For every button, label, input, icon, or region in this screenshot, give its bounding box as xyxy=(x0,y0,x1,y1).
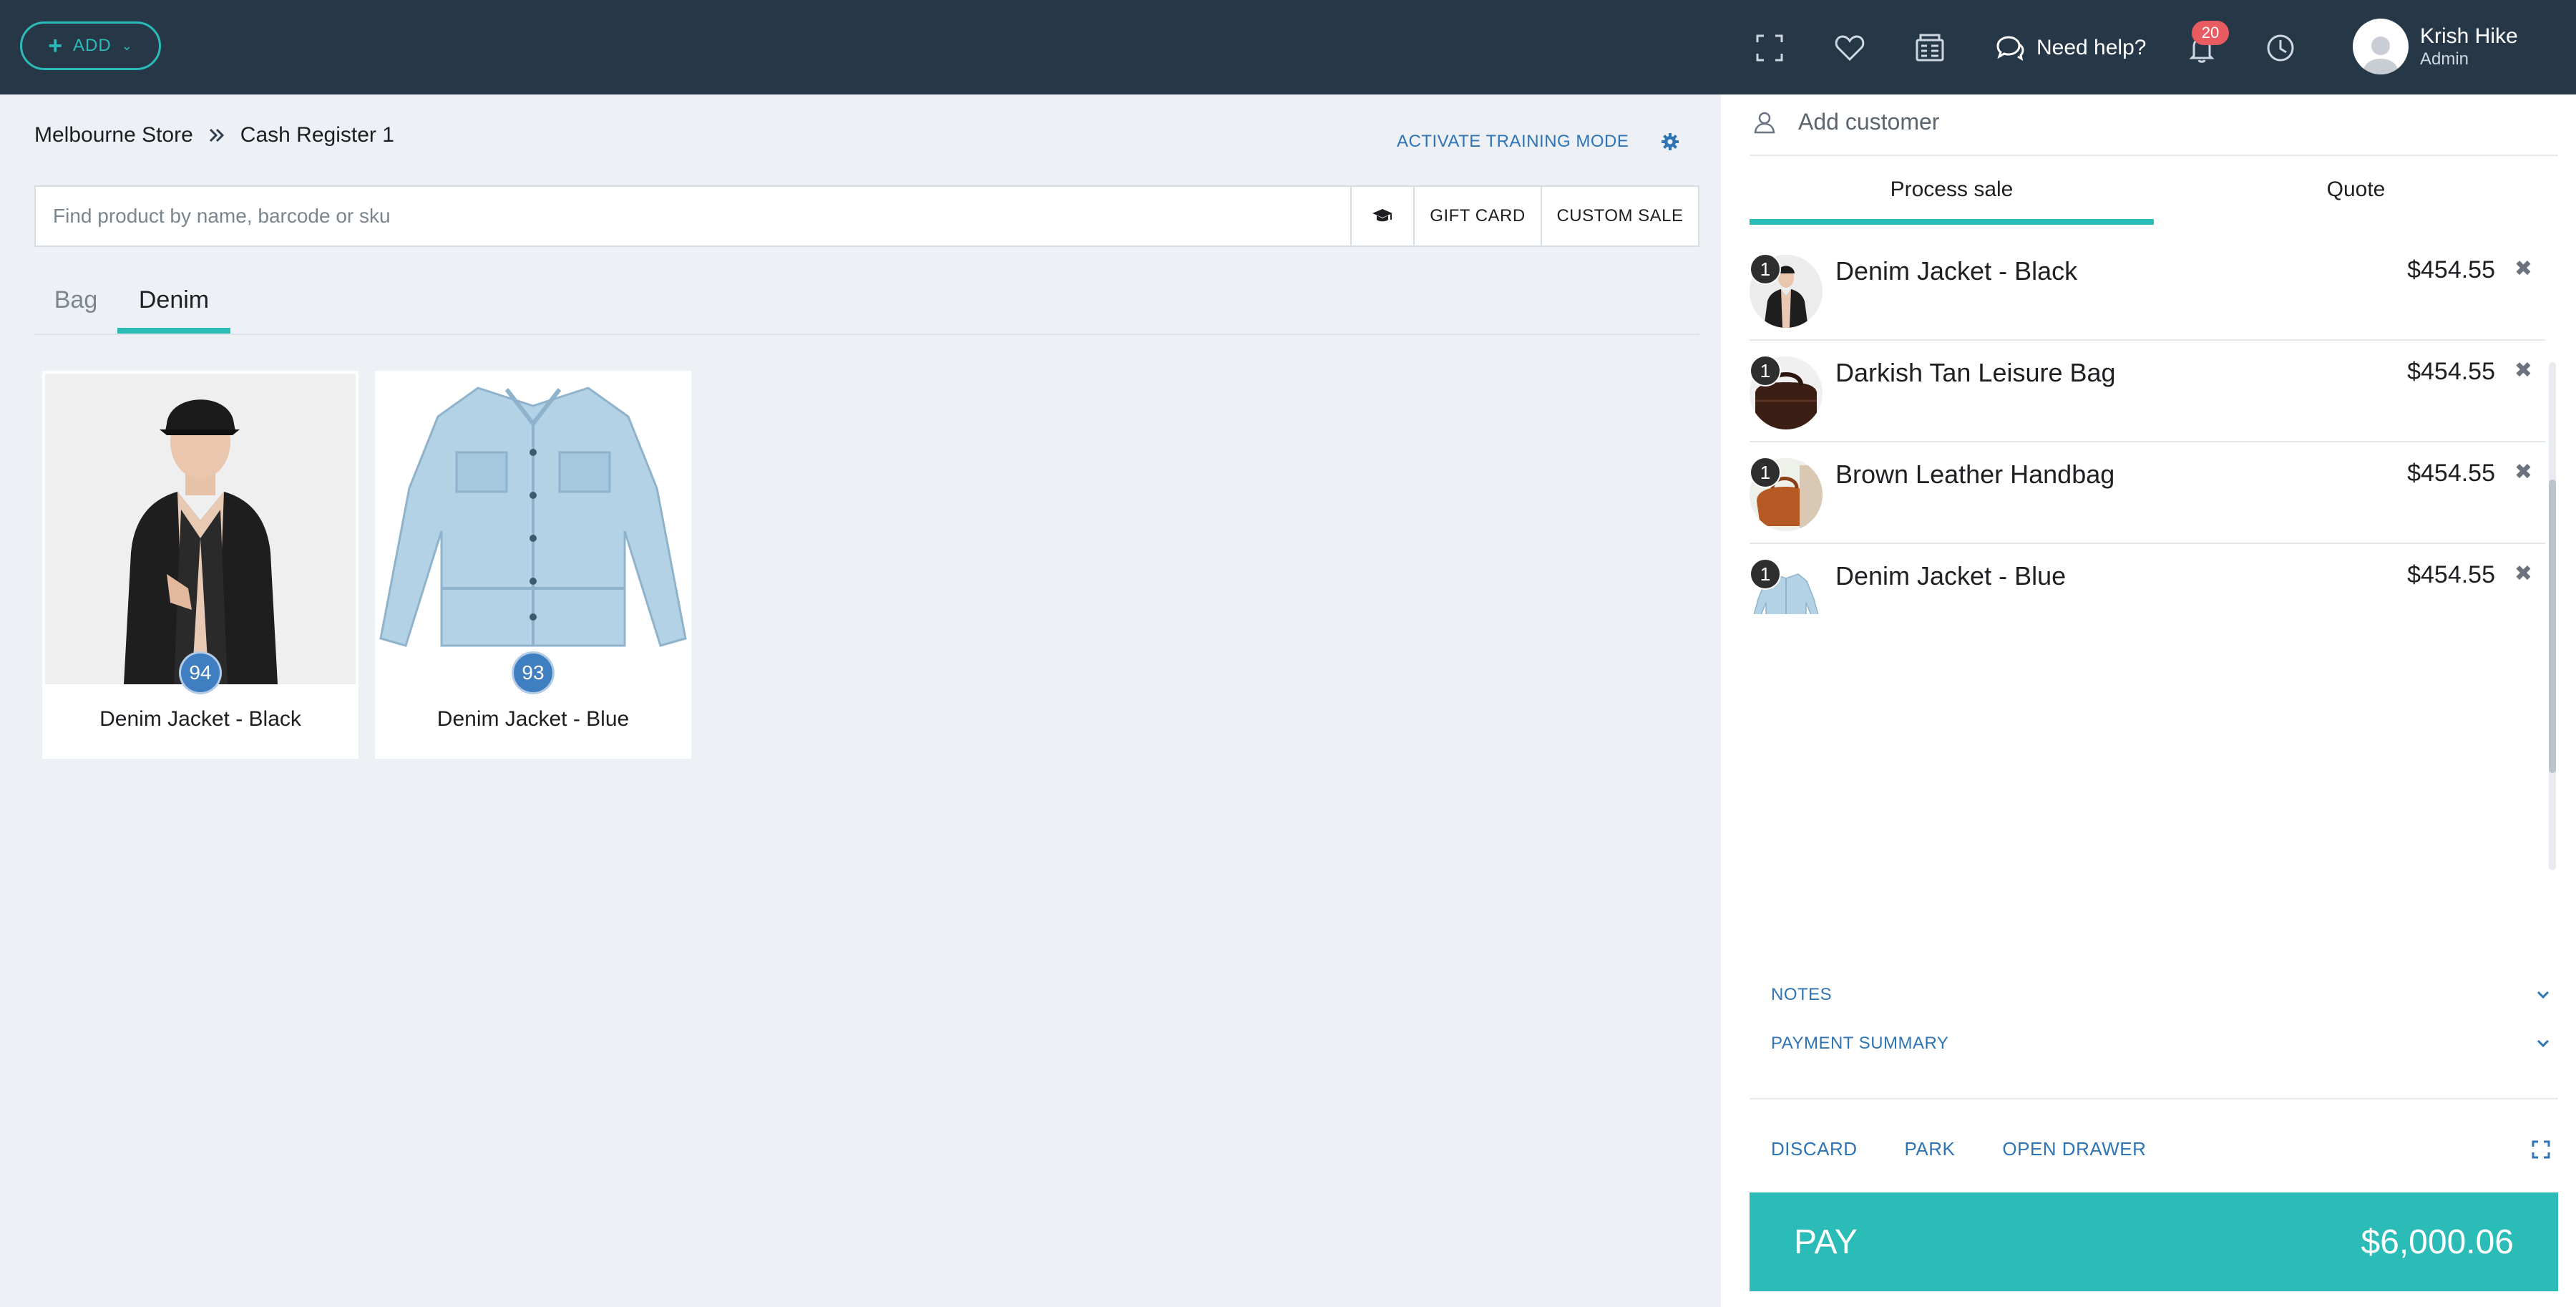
item-name[interactable]: Brown Leather Handbag xyxy=(1835,460,2114,490)
sale-items-list: 1 Denim Jacket - Black $454.55 ✖ 1 Darkish Ta… xyxy=(1750,228,2558,614)
graduation-cap-icon xyxy=(1372,209,1392,222)
payment-summary-section[interactable]: PAYMENT SUMMARY xyxy=(1771,1034,2551,1054)
item-name[interactable]: Denim Jacket - Black xyxy=(1835,256,2077,286)
sale-line-item[interactable]: 1 Denim Jacket - Blue $454.55 ✖ xyxy=(1750,544,2545,614)
product-name: Denim Jacket - Black xyxy=(99,707,301,731)
add-button-label: ADD xyxy=(73,36,112,55)
pay-total: $6,000.06 xyxy=(2361,1223,2514,1261)
product-search-bar: GIFT CARD CUSTOM SALE xyxy=(34,185,1699,247)
settings-gear-icon[interactable] xyxy=(1660,132,1680,152)
payment-summary-label: PAYMENT SUMMARY xyxy=(1771,1034,1949,1053)
notification-count-badge: 20 xyxy=(2192,21,2229,45)
user-icon xyxy=(1754,112,1775,134)
sale-line-item[interactable]: 1 Brown Leather Handbag $454.55 ✖ xyxy=(1750,442,2545,544)
double-chevron-right-icon xyxy=(209,128,224,142)
item-price: $454.55 xyxy=(2407,460,2495,487)
item-price: $454.55 xyxy=(2407,358,2495,385)
tab-bag[interactable]: Bag xyxy=(34,281,117,334)
avatar xyxy=(2353,19,2409,74)
sale-panel: Add customer Process sale Quote 1 Denim J… xyxy=(1721,94,2576,1307)
remove-item-icon[interactable]: ✖ xyxy=(2514,358,2532,383)
product-image-black-jacket xyxy=(45,374,356,684)
register-icon[interactable] xyxy=(1912,30,1948,66)
sale-actions: DISCARD PARK OPEN DRAWER xyxy=(1771,1138,2551,1160)
item-quantity-badge: 1 xyxy=(1750,457,1781,488)
product-search-input[interactable] xyxy=(36,187,1350,246)
add-customer-field[interactable]: Add customer xyxy=(1750,109,2558,156)
divider xyxy=(1750,1098,2558,1099)
tab-quote[interactable]: Quote xyxy=(2154,156,2558,225)
item-price: $454.55 xyxy=(2407,561,2495,588)
item-name[interactable]: Denim Jacket - Blue xyxy=(1835,561,2066,591)
user-name: Krish Hike xyxy=(2420,24,2518,48)
notes-label: NOTES xyxy=(1771,985,1833,1004)
chat-icon xyxy=(1996,36,2024,62)
pay-button[interactable]: PAY $6,000.06 xyxy=(1750,1192,2558,1291)
sale-line-item[interactable]: 1 Darkish Tan Leisure Bag $454.55 ✖ xyxy=(1750,341,2545,442)
stock-count-badge: 93 xyxy=(512,651,555,694)
notes-section[interactable]: NOTES xyxy=(1771,985,2551,1005)
top-bar: + ADD ⌄ Need help? 20 Krish Hike Admin xyxy=(0,0,2576,94)
product-card[interactable]: 94 Denim Jacket - Black xyxy=(42,371,358,759)
gift-card-button[interactable]: GIFT CARD xyxy=(1413,187,1541,246)
item-quantity-badge: 1 xyxy=(1750,558,1781,590)
tab-process-sale[interactable]: Process sale xyxy=(1750,156,2154,225)
tab-denim[interactable]: Denim xyxy=(117,281,230,334)
park-button[interactable]: PARK xyxy=(1905,1138,1956,1160)
activate-training-mode-link[interactable]: ACTIVATE TRAINING MODE xyxy=(1397,132,1629,152)
discard-button[interactable]: DISCARD xyxy=(1771,1138,1858,1160)
add-customer-label: Add customer xyxy=(1798,109,1940,135)
open-drawer-button[interactable]: OPEN DRAWER xyxy=(2002,1138,2146,1160)
custom-sale-button[interactable]: CUSTOM SALE xyxy=(1541,187,1698,246)
chevron-down-icon xyxy=(2537,1039,2550,1048)
help-label: Need help? xyxy=(2036,36,2147,59)
sale-tabs: Process sale Quote xyxy=(1750,156,2558,225)
remove-item-icon[interactable]: ✖ xyxy=(2514,256,2532,281)
item-quantity-badge: 1 xyxy=(1750,253,1781,285)
product-card[interactable]: 93 Denim Jacket - Blue xyxy=(375,371,691,759)
user-menu[interactable]: Krish Hike Admin xyxy=(2353,19,2518,74)
item-name[interactable]: Darkish Tan Leisure Bag xyxy=(1835,358,2116,388)
heart-icon[interactable] xyxy=(1832,30,1868,66)
chevron-down-icon: ⌄ xyxy=(121,38,133,53)
product-name: Denim Jacket - Blue xyxy=(436,707,630,731)
user-avatar-icon xyxy=(2362,37,2399,74)
training-cap-button[interactable] xyxy=(1350,187,1413,246)
pay-label: PAY xyxy=(1794,1223,1858,1261)
breadcrumb: Melbourne Store Cash Register 1 xyxy=(34,123,394,147)
fullscreen-icon[interactable] xyxy=(1752,30,1787,66)
chevron-down-icon xyxy=(2537,991,2550,999)
add-button[interactable]: + ADD ⌄ xyxy=(20,21,161,70)
breadcrumb-store[interactable]: Melbourne Store xyxy=(34,123,193,147)
remove-item-icon[interactable]: ✖ xyxy=(2514,561,2532,586)
category-tabs: Bag Denim xyxy=(34,281,1699,335)
stock-count-badge: 94 xyxy=(179,651,222,694)
sale-line-item[interactable]: 1 Denim Jacket - Black $454.55 ✖ xyxy=(1750,239,2545,341)
remove-item-icon[interactable]: ✖ xyxy=(2514,460,2532,485)
product-image-blue-jacket xyxy=(378,374,688,684)
expand-icon[interactable] xyxy=(2531,1140,2551,1160)
user-role: Admin xyxy=(2420,49,2469,69)
scrollbar-thumb[interactable] xyxy=(2549,480,2556,773)
plus-icon: + xyxy=(48,32,64,59)
clock-icon[interactable] xyxy=(2263,30,2298,66)
item-price: $454.55 xyxy=(2407,256,2495,283)
help-link[interactable]: Need help? xyxy=(1994,29,2146,67)
item-quantity-badge: 1 xyxy=(1750,355,1781,387)
breadcrumb-register: Cash Register 1 xyxy=(240,123,394,147)
